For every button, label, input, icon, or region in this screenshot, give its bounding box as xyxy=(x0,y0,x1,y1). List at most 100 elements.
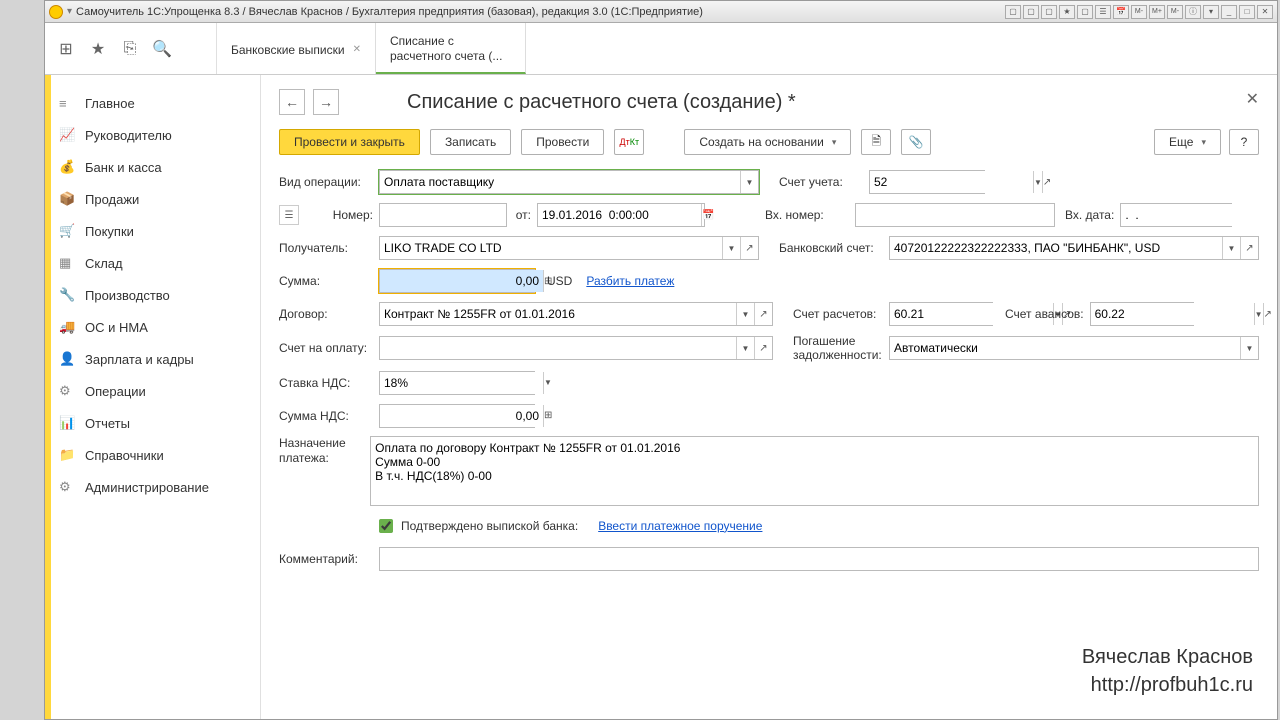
help-button[interactable]: ? xyxy=(1229,129,1259,155)
vat-rate-select[interactable]: ▼ xyxy=(379,371,535,395)
inc-date-label: Вх. дата: xyxy=(1065,208,1114,222)
sidebar-item-main[interactable]: ≡Главное xyxy=(45,87,260,119)
search-icon[interactable]: 🔍 xyxy=(153,40,171,58)
apps-icon[interactable]: ⊞ xyxy=(57,40,75,58)
gear-icon: ⚙ xyxy=(59,479,75,495)
vat-sum-input[interactable]: ⊞ xyxy=(379,404,535,428)
chevron-down-icon[interactable]: ▼ xyxy=(1033,171,1042,193)
post-close-button[interactable]: Провести и закрыть xyxy=(279,129,420,155)
tb-icon[interactable]: 📅 xyxy=(1113,5,1129,19)
account-select[interactable]: ▼ ↗ xyxy=(869,170,985,194)
tb-icon[interactable]: M+ xyxy=(1149,5,1165,19)
tb-icon[interactable]: M- xyxy=(1167,5,1183,19)
chevron-down-icon[interactable]: ▼ xyxy=(543,372,552,394)
nav-back-button[interactable]: ← xyxy=(279,89,305,115)
close-page-button[interactable]: ✕ xyxy=(1246,89,1259,109)
open-icon[interactable]: ↗ xyxy=(1042,171,1051,193)
star-icon[interactable]: ★ xyxy=(89,40,107,58)
settle-acc-select[interactable]: ▼ ↗ xyxy=(889,302,993,326)
dropdown-icon[interactable]: ▾ xyxy=(67,6,72,17)
create-based-button[interactable]: Создать на основании xyxy=(684,129,851,155)
tool-icon: 🔧 xyxy=(59,287,75,303)
confirmed-checkbox[interactable] xyxy=(379,519,393,533)
chevron-down-icon[interactable]: ▼ xyxy=(736,303,754,325)
contract-select[interactable]: ▼ ↗ xyxy=(379,302,773,326)
chevron-down-icon[interactable]: ▼ xyxy=(1222,237,1240,259)
bars-icon: 📊 xyxy=(59,415,75,431)
history-icon[interactable]: ⎘ xyxy=(121,40,139,58)
debit-credit-button[interactable]: ДтКт xyxy=(614,129,644,155)
sidebar-item-sales[interactable]: 📦Продажи xyxy=(45,183,260,215)
comment-input[interactable] xyxy=(379,547,1259,571)
grid-icon: ▦ xyxy=(59,255,75,271)
sidebar-item-operations[interactable]: ⚙Операции xyxy=(45,375,260,407)
sidebar-item-salary[interactable]: 👤Зарплата и кадры xyxy=(45,343,260,375)
sum-input[interactable]: ⊞ xyxy=(379,269,535,293)
tb-icon[interactable]: ▢ xyxy=(1023,5,1039,19)
tb-icon[interactable]: ▢ xyxy=(1005,5,1021,19)
list-icon[interactable]: ☰ xyxy=(279,205,299,225)
from-date-input[interactable]: 📅 xyxy=(537,203,705,227)
chevron-down-icon[interactable]: ▼ xyxy=(722,237,740,259)
nav-forward-button[interactable]: → xyxy=(313,89,339,115)
purpose-textarea[interactable] xyxy=(370,436,1259,506)
sidebar-item-reference[interactable]: 📁Справочники xyxy=(45,439,260,471)
tb-icon[interactable]: ☰ xyxy=(1095,5,1111,19)
minimize-button[interactable]: _ xyxy=(1221,5,1237,19)
page-title: Списание с расчетного счета (создание) * xyxy=(407,91,796,114)
sidebar-item-assets[interactable]: 🚚ОС и НМА xyxy=(45,311,260,343)
debt-select[interactable]: ▼ xyxy=(889,336,1259,360)
menu-icon: ≡ xyxy=(59,96,75,111)
dropdown-icon[interactable]: ▾ xyxy=(1203,5,1219,19)
print-button[interactable]: 🗎 xyxy=(861,129,891,155)
calendar-icon[interactable]: 📅 xyxy=(701,204,714,226)
more-button[interactable]: Еще xyxy=(1154,129,1221,155)
window-title: Самоучитель 1С:Упрощенка 8.3 / Вячеслав … xyxy=(76,6,1005,18)
payee-label: Получатель: xyxy=(279,241,379,255)
inc-date-input[interactable]: 📅 xyxy=(1120,203,1232,227)
sidebar-item-reports[interactable]: 📊Отчеты xyxy=(45,407,260,439)
window-controls: ▢ ▢ ▢ ★ ▢ ☰ 📅 M- M+ M- ⓘ ▾ _ □ ✕ xyxy=(1005,5,1273,19)
sidebar-item-admin[interactable]: ⚙Администрирование xyxy=(45,471,260,503)
vat-rate-label: Ставка НДС: xyxy=(279,376,379,390)
open-icon[interactable]: ↗ xyxy=(754,337,772,359)
save-button[interactable]: Записать xyxy=(430,129,511,155)
tb-icon[interactable]: M- xyxy=(1131,5,1147,19)
split-payment-link[interactable]: Разбить платеж xyxy=(586,274,674,288)
chevron-down-icon[interactable]: ▼ xyxy=(736,337,754,359)
number-input[interactable] xyxy=(379,203,507,227)
info-icon[interactable]: ⓘ xyxy=(1185,5,1201,19)
sidebar-item-purchases[interactable]: 🛒Покупки xyxy=(45,215,260,247)
sidebar-item-warehouse[interactable]: ▦Склад xyxy=(45,247,260,279)
tab-bank-statements[interactable]: Банковские выписки ✕ xyxy=(217,23,376,74)
tb-icon[interactable]: ▢ xyxy=(1077,5,1093,19)
invoice-select[interactable]: ▼ ↗ xyxy=(379,336,773,360)
open-icon[interactable]: ↗ xyxy=(1240,237,1258,259)
open-icon[interactable]: ↗ xyxy=(740,237,758,259)
sidebar-item-bank[interactable]: 💰Банк и касса xyxy=(45,151,260,183)
sidebar-item-manager[interactable]: 📈Руководителю xyxy=(45,119,260,151)
comment-label: Комментарий: xyxy=(279,552,379,566)
maximize-button[interactable]: □ xyxy=(1239,5,1255,19)
tab-writeoff[interactable]: Списание с расчетного счета (... xyxy=(376,23,526,74)
open-icon[interactable]: ↗ xyxy=(1263,303,1272,325)
open-icon[interactable]: ↗ xyxy=(754,303,772,325)
op-type-select[interactable]: ▼ xyxy=(379,170,759,194)
tb-icon[interactable]: ▢ xyxy=(1041,5,1057,19)
attach-button[interactable]: 📎 xyxy=(901,129,931,155)
chevron-down-icon[interactable]: ▼ xyxy=(1254,303,1263,325)
chevron-down-icon[interactable]: ▼ xyxy=(1240,337,1258,359)
payee-select[interactable]: ▼ ↗ xyxy=(379,236,759,260)
post-button[interactable]: Провести xyxy=(521,129,604,155)
enter-payment-link[interactable]: Ввести платежное поручение xyxy=(598,519,762,533)
bank-acc-select[interactable]: ▼ ↗ xyxy=(889,236,1259,260)
close-button[interactable]: ✕ xyxy=(1257,5,1273,19)
advance-acc-select[interactable]: ▼ ↗ xyxy=(1090,302,1194,326)
close-icon[interactable]: ✕ xyxy=(353,44,361,55)
sidebar-item-production[interactable]: 🔧Производство xyxy=(45,279,260,311)
calculator-icon[interactable]: ⊞ xyxy=(543,405,552,427)
chevron-down-icon[interactable]: ▼ xyxy=(740,171,758,193)
tb-icon[interactable]: ★ xyxy=(1059,5,1075,19)
from-label: от: xyxy=(507,208,537,222)
inc-number-input[interactable] xyxy=(855,203,1055,227)
